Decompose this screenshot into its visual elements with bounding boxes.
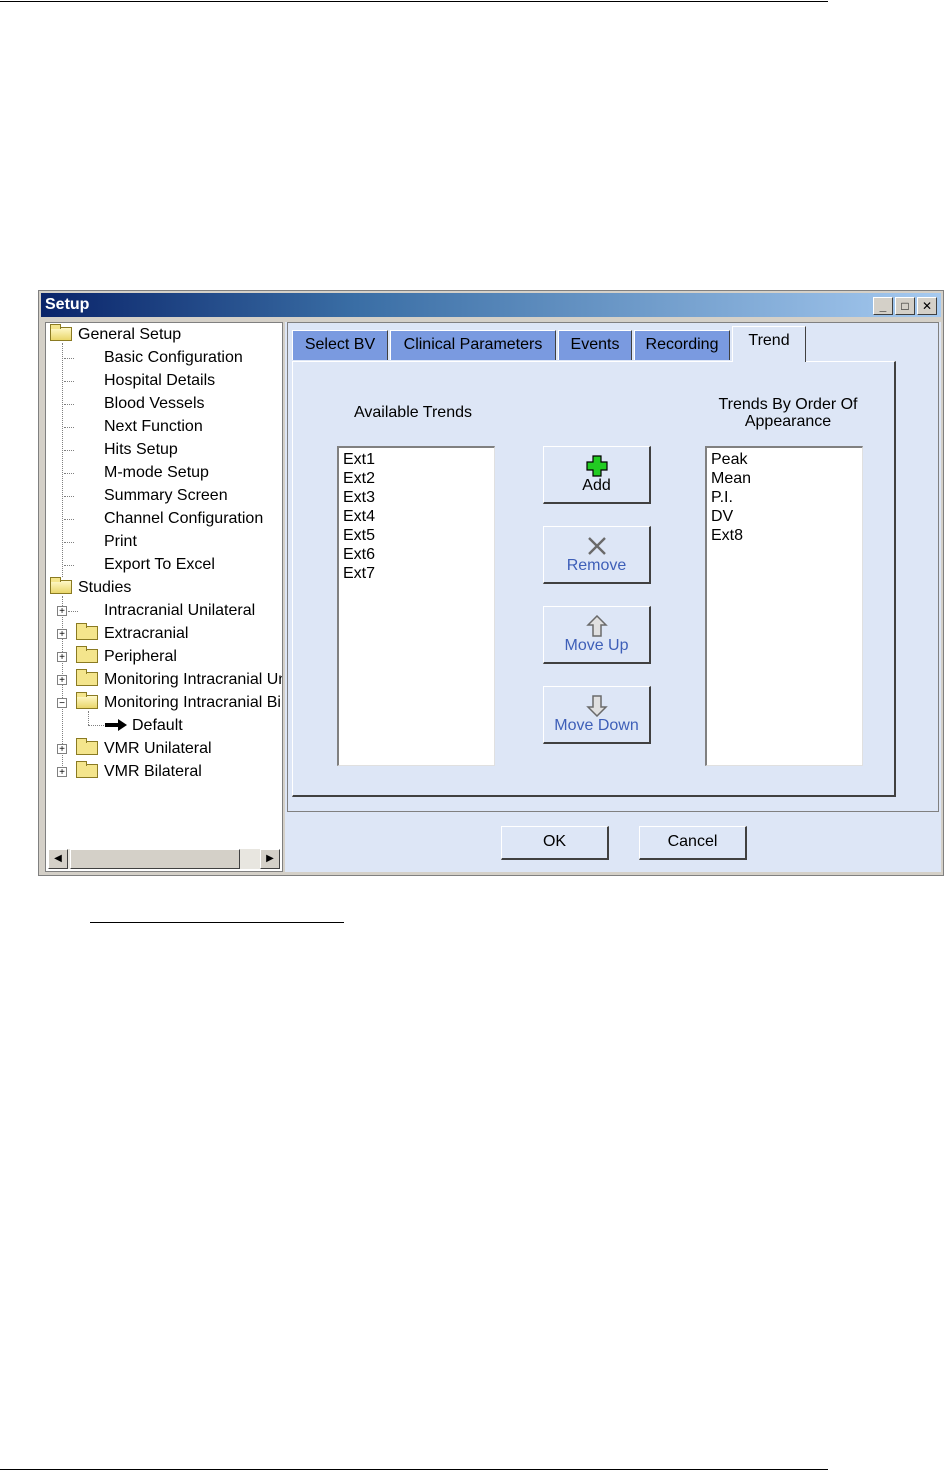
tab-control: Select BV Clinical Parameters Events Rec… <box>287 322 939 812</box>
tree-item-monitoring-intracranial-uni[interactable]: Monitoring Intracranial Uni <box>76 669 282 691</box>
title-bar[interactable]: Setup _ □ ✕ <box>41 293 941 317</box>
arrow-down-icon <box>585 695 608 717</box>
tree-item-summary-screen[interactable]: Summary Screen <box>104 485 228 507</box>
expand-icon[interactable]: + <box>57 629 67 640</box>
window-title: Setup <box>45 296 90 313</box>
list-item[interactable]: Ext4 <box>343 507 490 526</box>
folder-icon <box>76 738 98 755</box>
folder-open-icon <box>50 577 72 594</box>
tab-select-bv[interactable]: Select BV <box>292 330 388 360</box>
page-rule-top <box>0 1 828 2</box>
list-item[interactable]: Ext1 <box>343 450 490 469</box>
tree-item-intracranial-unilateral[interactable]: Intracranial Unilateral <box>104 600 255 622</box>
tree-item-basic-configuration[interactable]: Basic Configuration <box>104 347 243 369</box>
close-button[interactable]: ✕ <box>917 297 937 315</box>
minimize-button[interactable]: _ <box>873 297 893 315</box>
maximize-button[interactable]: □ <box>895 297 915 315</box>
scroll-thumb[interactable] <box>70 849 240 869</box>
collapse-icon[interactable]: − <box>57 698 67 709</box>
folder-open-icon <box>50 324 72 341</box>
tree-item-hits-setup[interactable]: Hits Setup <box>104 439 178 461</box>
tree-item-peripheral[interactable]: Peripheral <box>76 646 177 668</box>
folder-icon <box>76 761 98 778</box>
order-label-line1: Trends By Order Of <box>718 396 858 413</box>
move-up-button[interactable]: Move Up <box>543 606 651 664</box>
setup-window: Setup _ □ ✕ General Setup Basic Configur… <box>38 290 944 876</box>
list-item[interactable]: P.I. <box>711 488 858 507</box>
expand-icon[interactable]: + <box>57 675 67 686</box>
available-trends-list[interactable]: Ext1 Ext2 Ext3 Ext4 Ext5 Ext6 Ext7 <box>337 446 495 766</box>
caption-underline <box>90 922 344 923</box>
tab-clinical-parameters[interactable]: Clinical Parameters <box>390 330 556 360</box>
setup-tree[interactable]: General Setup Basic Configuration Hospit… <box>45 322 283 872</box>
tree-item-monitoring-intracranial-bila[interactable]: Monitoring Intracranial Bila <box>76 692 282 714</box>
ordered-trends-list[interactable]: Peak Mean P.I. DV Ext8 <box>705 446 863 766</box>
folder-open-icon <box>76 692 98 709</box>
list-item[interactable]: Peak <box>711 450 858 469</box>
trend-tab-page: Available Trends Trends By Order Of Appe… <box>292 361 896 797</box>
list-item[interactable]: Ext6 <box>343 545 490 564</box>
arrow-up-icon <box>585 615 608 637</box>
right-panel: Select BV Clinical Parameters Events Rec… <box>285 322 941 872</box>
folder-icon <box>76 646 98 663</box>
tree-item-hospital-details[interactable]: Hospital Details <box>104 370 215 392</box>
plus-icon <box>585 455 608 477</box>
cancel-button[interactable]: Cancel <box>639 826 747 860</box>
list-item[interactable]: Mean <box>711 469 858 488</box>
add-button[interactable]: Add <box>543 446 651 504</box>
scroll-left-icon[interactable]: ◀ <box>48 849 68 869</box>
tree-item-general-setup[interactable]: General Setup <box>50 324 181 346</box>
page-rule-bottom <box>0 1469 828 1470</box>
tree-item-channel-configuration[interactable]: Channel Configuration <box>104 508 263 530</box>
list-item[interactable]: Ext3 <box>343 488 490 507</box>
tab-trend[interactable]: Trend <box>732 326 806 362</box>
tree-item-m-mode-setup[interactable]: M-mode Setup <box>104 462 209 484</box>
tree-item-print[interactable]: Print <box>104 531 137 553</box>
tree-item-vmr-unilateral[interactable]: VMR Unilateral <box>76 738 212 760</box>
order-label-line2: Appearance <box>744 413 832 430</box>
tree-item-blood-vessels[interactable]: Blood Vessels <box>104 393 205 415</box>
list-item[interactable]: DV <box>711 507 858 526</box>
tab-recording[interactable]: Recording <box>634 330 730 360</box>
list-item[interactable]: Ext5 <box>343 526 490 545</box>
available-trends-label: Available Trends <box>354 404 472 421</box>
list-item[interactable]: Ext8 <box>711 526 858 545</box>
close-x-icon <box>587 537 606 555</box>
tree-item-default[interactable]: Default <box>104 715 183 737</box>
tree-item-extracranial[interactable]: Extracranial <box>76 623 188 645</box>
list-item[interactable]: Ext2 <box>343 469 490 488</box>
scroll-right-icon[interactable]: ▶ <box>260 849 280 869</box>
tab-events[interactable]: Events <box>558 330 632 360</box>
folder-icon <box>76 669 98 686</box>
list-item[interactable]: Ext7 <box>343 564 490 583</box>
folder-icon <box>76 623 98 640</box>
remove-button[interactable]: Remove <box>543 526 651 584</box>
expand-icon[interactable]: + <box>57 744 67 755</box>
expand-icon[interactable]: + <box>57 767 67 778</box>
tree-horizontal-scrollbar[interactable]: ◀ ▶ <box>48 849 280 869</box>
expand-icon[interactable]: + <box>57 652 67 663</box>
expand-icon[interactable]: + <box>57 606 67 617</box>
move-down-button[interactable]: Move Down <box>543 686 651 744</box>
tree-item-export-to-excel[interactable]: Export To Excel <box>104 554 215 576</box>
tree-item-next-function[interactable]: Next Function <box>104 416 203 438</box>
ok-button[interactable]: OK <box>501 826 609 860</box>
arrow-right-icon <box>105 719 127 731</box>
tree-item-vmr-bilateral[interactable]: VMR Bilateral <box>76 761 202 783</box>
